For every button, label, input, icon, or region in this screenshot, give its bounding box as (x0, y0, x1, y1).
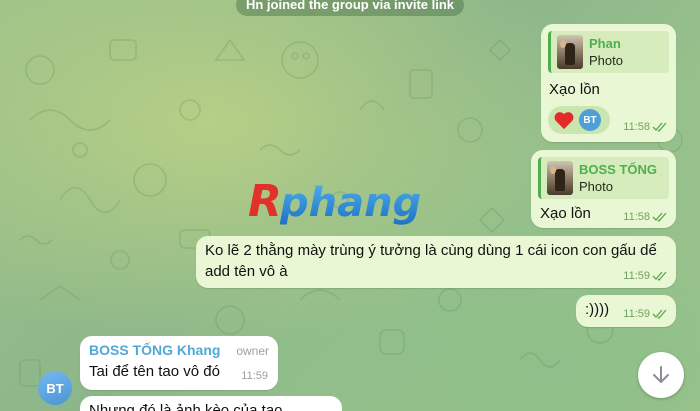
message-text: Xạo lồn (540, 205, 591, 222)
message-time: 11:58 (623, 211, 650, 223)
reaction-bar[interactable]: BT (548, 106, 610, 134)
scroll-down-button[interactable] (638, 352, 684, 398)
heart-reaction-icon[interactable] (553, 110, 575, 130)
message-text: :)))) (585, 301, 610, 318)
photo-thumbnail (547, 161, 573, 195)
message-text: Xạo lồn (549, 81, 600, 98)
double-check-icon (652, 212, 667, 222)
reply-preview[interactable]: Phan Photo (548, 31, 669, 73)
double-check-icon (652, 122, 667, 132)
message-time: 11:59 (623, 270, 650, 282)
message-meta: 11:59 (623, 270, 668, 282)
sender-role-badge: owner (236, 344, 269, 358)
message-bubble[interactable]: BOSS TỐNG Photo Xạo lồn 11:58 (531, 150, 676, 228)
photo-thumbnail (557, 35, 583, 69)
message-meta: 11:59 (623, 308, 668, 320)
chat-area[interactable]: Hn joined the group via invite link Phan… (0, 0, 700, 411)
reply-preview[interactable]: BOSS TỐNG Photo (538, 157, 669, 199)
message-time: 11:59 (241, 370, 268, 382)
reply-media-type: Photo (589, 53, 623, 68)
message-meta: 11:59 (241, 370, 268, 382)
service-message: Hn joined the group via invite link (235, 0, 465, 16)
message-text: Tai để tên tao vô đó (89, 363, 220, 380)
arrow-down-icon (653, 366, 669, 383)
message-bubble[interactable]: BOSS TỐNG Khang owner Tai để tên tao vô … (80, 336, 278, 390)
sender-name[interactable]: BOSS TỐNG Khang (89, 342, 220, 358)
message-bubble[interactable]: :)))) 11:59 (576, 295, 676, 327)
sender-avatar[interactable]: BT (38, 371, 72, 405)
message-meta: 11:58 (623, 211, 668, 223)
double-check-icon (652, 271, 667, 281)
double-check-icon (652, 309, 667, 319)
message-bubble[interactable]: Ko lẽ 2 thằng mày trùng ý tưởng là cùng … (196, 236, 676, 288)
reply-media-type: Photo (579, 179, 613, 194)
message-bubble[interactable]: Phan Photo Xạo lồn BT 11:58 (541, 24, 676, 142)
message-text: Ko lẽ 2 thằng mày trùng ý tưởng là cùng … (205, 242, 657, 280)
message-meta: 11:58 (623, 121, 668, 133)
message-text: Nhưng đó là ảnh kèo của tao (89, 402, 283, 411)
message-bubble[interactable]: Nhưng đó là ảnh kèo của tao (80, 396, 342, 411)
message-time: 11:58 (623, 121, 650, 133)
reply-sender-name: BOSS TỐNG (579, 162, 658, 177)
message-time: 11:59 (623, 308, 650, 320)
reactor-avatar: BT (579, 109, 601, 131)
reply-sender-name: Phan (589, 36, 621, 51)
